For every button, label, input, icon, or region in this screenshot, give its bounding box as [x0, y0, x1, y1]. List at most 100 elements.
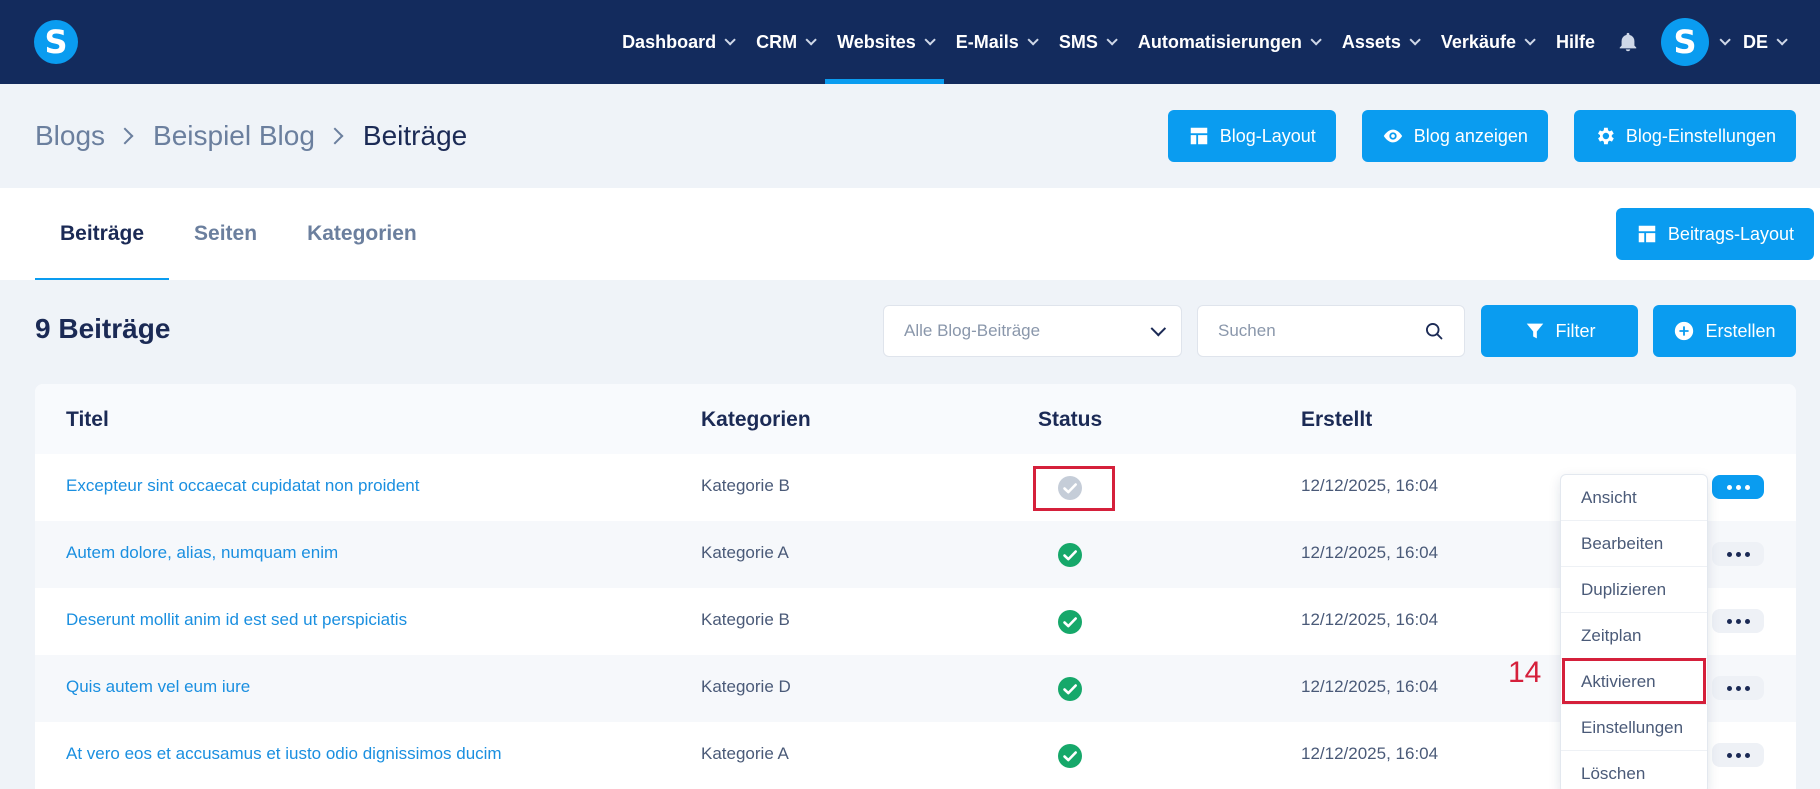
eye-icon	[1383, 129, 1402, 143]
breadcrumb-blogs[interactable]: Blogs	[35, 120, 105, 152]
menu-item-duplizieren[interactable]: Duplizieren	[1561, 567, 1707, 613]
top-navigation: S Dashboard CRM Websites E-Mails SMS Aut…	[0, 0, 1820, 84]
chevron-down-icon	[1150, 320, 1167, 336]
main-menu: Dashboard CRM Websites E-Mails SMS Autom…	[610, 0, 1820, 84]
post-layout-button[interactable]: Beitrags-Layout	[1615, 208, 1814, 260]
search-input[interactable]	[1218, 321, 1408, 341]
posts-table: Titel Kategorien Status Erstellt Excepte…	[35, 384, 1796, 789]
menu-item-ansicht[interactable]: Ansicht	[1561, 475, 1707, 521]
status-active-icon[interactable]	[1057, 609, 1083, 635]
layout-icon	[1638, 225, 1656, 243]
row-actions-button[interactable]	[1712, 676, 1764, 700]
nav-item-emails[interactable]: E-Mails	[944, 0, 1047, 84]
post-created-date: 12/12/2025, 16:04	[1301, 610, 1439, 629]
post-title-link[interactable]: Quis autem vel eum iure	[66, 677, 250, 697]
chevron-down-icon	[1027, 34, 1039, 46]
page-header: Blogs Beispiel Blog Beiträge Blog-Layout…	[0, 84, 1820, 188]
status-active-icon[interactable]	[1057, 676, 1083, 702]
tab-seiten[interactable]: Seiten	[169, 188, 282, 280]
chevron-down-icon	[805, 34, 817, 46]
post-created-date: 12/12/2025, 16:04	[1301, 476, 1439, 495]
chevron-right-icon	[116, 127, 134, 145]
menu-item-loeschen[interactable]: Löschen	[1561, 751, 1707, 789]
menu-item-bearbeiten[interactable]: Bearbeiten	[1561, 521, 1707, 567]
row-actions-button[interactable]	[1712, 542, 1764, 566]
create-button[interactable]: Erstellen	[1653, 305, 1796, 357]
nav-item-automatisierungen[interactable]: Automatisierungen	[1126, 0, 1330, 84]
post-category: Kategorie B	[701, 476, 790, 495]
nav-item-crm[interactable]: CRM	[744, 0, 825, 84]
blog-layout-button[interactable]: Blog-Layout	[1167, 110, 1336, 162]
nav-item-assets[interactable]: Assets	[1330, 0, 1429, 84]
nav-item-verkaeufe[interactable]: Verkäufe	[1429, 0, 1544, 84]
page-title: Beiträge	[362, 120, 468, 151]
nav-item-websites[interactable]: Websites	[825, 0, 944, 84]
avatar-menu-toggle[interactable]	[1709, 0, 1731, 84]
tabs-bar: Beiträge Seiten Kategorien Beitrags-Layo…	[0, 188, 1820, 280]
layout-icon	[1190, 127, 1207, 145]
tabs: Beiträge Seiten Kategorien	[35, 188, 442, 280]
column-header-erstellt: Erstellt	[1301, 408, 1373, 431]
avatar[interactable]: S	[1660, 18, 1709, 66]
column-header-kategorien: Kategorien	[701, 408, 811, 431]
chevron-down-icon	[1106, 34, 1118, 46]
nav-item-dashboard[interactable]: Dashboard	[610, 0, 744, 84]
tab-beitraege[interactable]: Beiträge	[35, 188, 170, 280]
post-created-date: 12/12/2025, 16:04	[1301, 543, 1439, 562]
logo[interactable]: S	[34, 20, 78, 64]
table-row: At vero eos et accusamus et iusto odio d…	[35, 722, 1796, 789]
post-title-link[interactable]: Excepteur sint occaecat cupidatat non pr…	[66, 476, 419, 496]
language-switcher[interactable]: DE	[1731, 0, 1796, 84]
post-created-date: 12/12/2025, 16:04	[1301, 744, 1439, 763]
aktivieren-highlight-box	[1562, 658, 1706, 704]
breadcrumb: Blogs Beispiel Blog Beiträge	[35, 120, 467, 152]
table-row: Autem dolore, alias, numquam enim Katego…	[35, 521, 1796, 588]
status-active-icon[interactable]	[1057, 542, 1083, 568]
blog-view-button[interactable]: Blog anzeigen	[1361, 110, 1548, 162]
post-created-date: 12/12/2025, 16:04	[1301, 677, 1439, 696]
filter-icon	[1526, 323, 1543, 339]
chevron-down-icon	[1719, 34, 1731, 46]
blog-settings-button[interactable]: Blog-Einstellungen	[1573, 110, 1796, 162]
breadcrumb-beispiel-blog[interactable]: Beispiel Blog	[153, 120, 315, 152]
list-toolbar: 9 Beiträge Alle Blog-Beiträge Filter Ers…	[0, 280, 1820, 384]
nav-item-hilfe[interactable]: Hilfe	[1544, 0, 1607, 84]
post-count: 9 Beiträge	[35, 313, 171, 344]
chevron-down-icon	[924, 34, 936, 46]
search-icon[interactable]	[1424, 321, 1444, 341]
table-row: Deserunt mollit anim id est sed ut persp…	[35, 588, 1796, 655]
status-highlight-box	[1033, 466, 1115, 511]
chevron-down-icon	[724, 34, 736, 46]
tab-kategorien[interactable]: Kategorien	[282, 188, 442, 280]
filter-button[interactable]: Filter	[1481, 305, 1638, 357]
table-row: Excepteur sint occaecat cupidatat non pr…	[35, 454, 1796, 521]
post-category: Kategorie B	[701, 610, 790, 629]
chevron-right-icon	[326, 127, 344, 145]
row-actions-button[interactable]	[1712, 475, 1764, 499]
column-header-status: Status	[1038, 408, 1103, 431]
search-box	[1197, 305, 1465, 357]
post-category: Kategorie D	[701, 677, 791, 696]
row-actions-button[interactable]	[1712, 743, 1764, 767]
row-actions-menu: Ansicht Bearbeiten Duplizieren Zeitplan …	[1560, 474, 1708, 789]
menu-item-zeitplan[interactable]: Zeitplan	[1561, 613, 1707, 659]
chevron-down-icon	[1409, 34, 1421, 46]
nav-item-sms[interactable]: SMS	[1047, 0, 1126, 84]
table-header: Titel Kategorien Status Erstellt	[35, 384, 1796, 454]
post-type-select[interactable]: Alle Blog-Beiträge	[883, 305, 1182, 357]
post-title-link[interactable]: Autem dolore, alias, numquam enim	[66, 543, 338, 563]
plus-circle-icon	[1675, 321, 1694, 341]
chevron-down-icon	[1776, 34, 1788, 46]
bell-icon[interactable]	[1617, 31, 1637, 53]
annotation-number: 14	[1508, 656, 1542, 689]
header-actions: Blog-Layout Blog anzeigen Blog-Einstellu…	[1167, 110, 1796, 162]
chevron-down-icon	[1524, 34, 1536, 46]
status-active-icon[interactable]	[1057, 743, 1083, 769]
menu-item-einstellungen[interactable]: Einstellungen	[1561, 705, 1707, 751]
post-title-link[interactable]: At vero eos et accusamus et iusto odio d…	[66, 744, 502, 764]
row-actions-button[interactable]	[1712, 609, 1764, 633]
column-header-titel: Titel	[66, 408, 109, 431]
post-title-link[interactable]: Deserunt mollit anim id est sed ut persp…	[66, 610, 407, 630]
post-category: Kategorie A	[701, 744, 789, 763]
chevron-down-icon	[1310, 34, 1322, 46]
